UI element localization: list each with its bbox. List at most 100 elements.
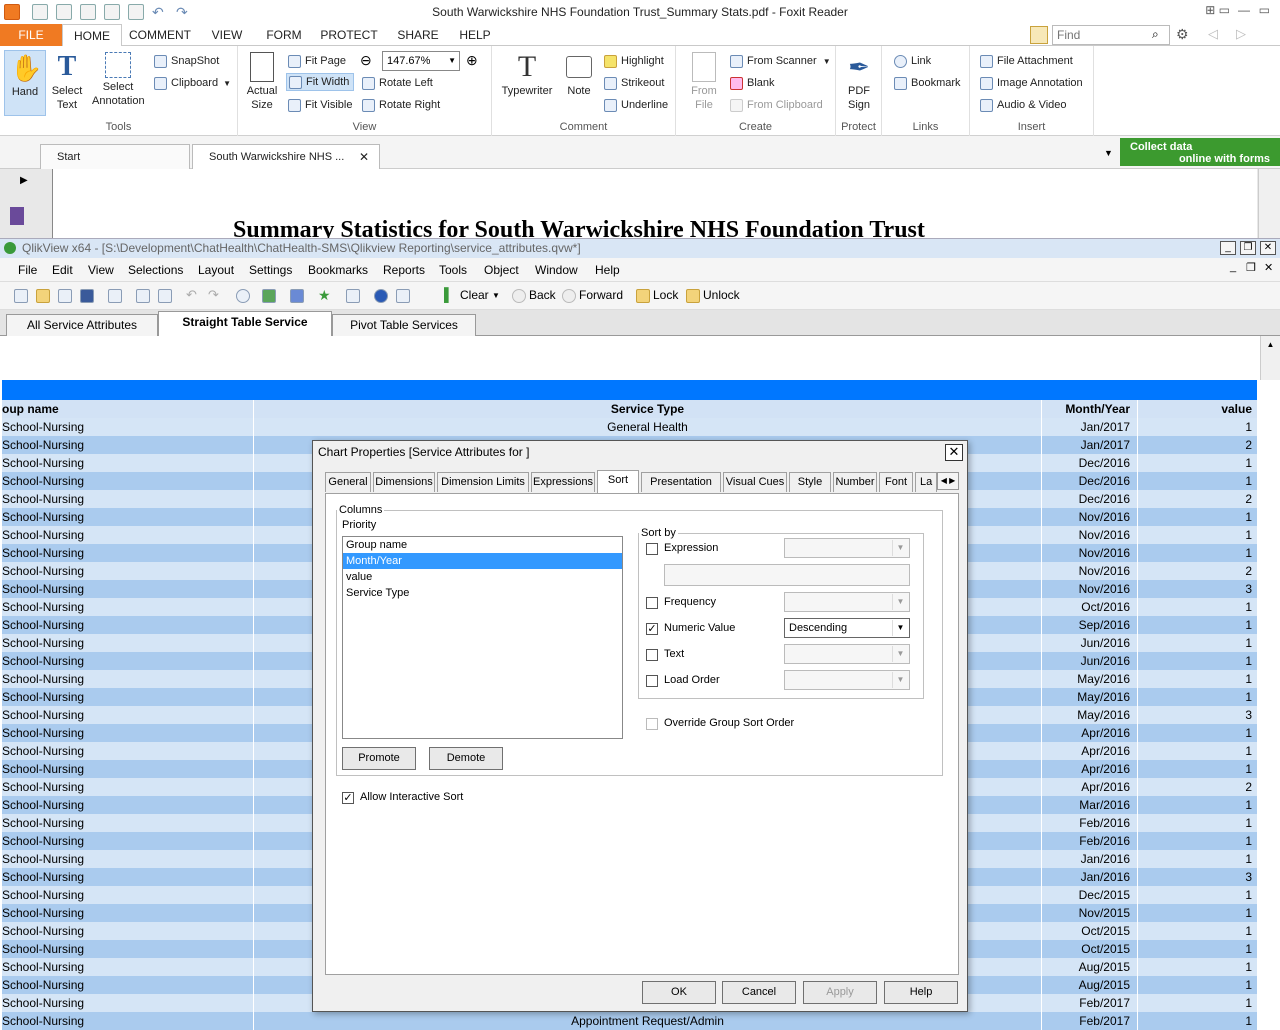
table-cell[interactable]: 1 (1138, 724, 1257, 742)
table-cell[interactable]: School-Nursing (2, 976, 254, 994)
table-cell[interactable]: Jan/2016 (1042, 868, 1138, 886)
rotate-left-button[interactable]: Rotate Left (362, 74, 433, 92)
table-cell[interactable]: 2 (1138, 490, 1257, 508)
tab-home[interactable]: HOME (62, 24, 122, 47)
table-cell[interactable]: School-Nursing (2, 580, 254, 598)
chart-wizard-icon[interactable] (290, 289, 304, 303)
table-header-row[interactable]: oup name Service Type Month/Year value (2, 400, 1257, 418)
dialog-tab-presentation[interactable]: Presentation (641, 472, 721, 492)
dialog-tab-style[interactable]: Style (789, 472, 831, 492)
table-cell[interactable]: 1 (1138, 850, 1257, 868)
table-cell[interactable]: 1 (1138, 994, 1257, 1012)
table-cell[interactable]: Oct/2016 (1042, 598, 1138, 616)
table-cell[interactable]: Dec/2015 (1042, 886, 1138, 904)
table-cell[interactable]: School-Nursing (2, 778, 254, 796)
cancel-button[interactable]: Cancel (722, 981, 796, 1004)
table-cell[interactable]: 1 (1138, 904, 1257, 922)
table-cell[interactable]: Dec/2016 (1042, 454, 1138, 472)
audio-video-button[interactable]: Audio & Video (980, 96, 1067, 114)
link-button[interactable]: Link (894, 52, 931, 70)
doc-tab-start[interactable]: Start (40, 144, 190, 169)
table-cell[interactable]: Appointment Request/Admin (254, 1012, 1042, 1030)
pdf-sign-button[interactable]: ✒ PDF Sign (840, 52, 878, 112)
table-cell[interactable]: 1 (1138, 508, 1257, 526)
table-cell[interactable]: 1 (1138, 832, 1257, 850)
table-cell[interactable]: School-Nursing (2, 670, 254, 688)
table-cell[interactable]: 1 (1138, 598, 1257, 616)
table-cell[interactable]: School-Nursing (2, 814, 254, 832)
sort-order-combo[interactable]: Descending ▼ (784, 618, 910, 638)
sort-option-checkbox[interactable] (646, 543, 658, 555)
table-cell[interactable]: 1 (1138, 976, 1257, 994)
rotate-right-button[interactable]: Rotate Right (362, 96, 440, 114)
redo-icon[interactable]: ↷ (208, 288, 222, 303)
reload-icon[interactable] (58, 289, 72, 303)
bookmark-button[interactable]: Bookmark (894, 74, 961, 92)
expand-panel-icon[interactable]: ▶ (20, 175, 28, 186)
doc-tab-current[interactable]: South Warwickshire NHS ... ✕ (192, 144, 380, 169)
clear-dropdown-icon[interactable]: ▼ (492, 291, 500, 300)
dialog-tab-general[interactable]: General (325, 472, 371, 492)
forward-button[interactable]: Forward (579, 288, 623, 302)
tab-view[interactable]: VIEW (200, 24, 254, 46)
table-cell[interactable]: School-Nursing (2, 940, 254, 958)
design-icon[interactable] (346, 289, 360, 303)
close-tab-icon[interactable]: ✕ (359, 145, 369, 169)
sort-option-checkbox[interactable]: ✓ (646, 623, 658, 635)
table-cell[interactable]: School-Nursing (2, 706, 254, 724)
table-cell[interactable]: School-Nursing (2, 562, 254, 580)
column-header[interactable]: Month/Year (1042, 400, 1138, 418)
lock-button[interactable]: Lock (653, 288, 678, 302)
table-cell[interactable]: Apr/2016 (1042, 778, 1138, 796)
table-cell[interactable]: 1 (1138, 616, 1257, 634)
star-icon[interactable]: ★ (318, 288, 332, 303)
save-icon[interactable] (80, 289, 94, 303)
table-cell[interactable]: School-Nursing (2, 454, 254, 472)
ribbon-toggle-icon[interactable]: ⊞ ▭ (1205, 3, 1230, 17)
tab-protect[interactable]: PROTECT (314, 24, 384, 46)
sort-order-combo[interactable]: ▼ (784, 670, 910, 690)
tab-file[interactable]: FILE (0, 24, 62, 46)
menu-layout[interactable]: Layout (198, 263, 234, 277)
sheet-tab-pivot-table-services[interactable]: Pivot Table Services (332, 314, 476, 336)
doc-close-icon[interactable]: ✕ (1264, 261, 1273, 274)
sort-option-checkbox[interactable] (646, 597, 658, 609)
prev-icon[interactable]: ◁ (1208, 26, 1218, 42)
table-cell[interactable]: School-Nursing (2, 994, 254, 1012)
blank-button[interactable]: Blank (730, 74, 775, 92)
sort-option-checkbox[interactable] (646, 649, 658, 661)
dialog-tab-expressions[interactable]: Expressions (531, 472, 595, 492)
menu-selections[interactable]: Selections (128, 263, 183, 277)
table-cell[interactable]: 1 (1138, 1012, 1257, 1030)
fit-page-button[interactable]: Fit Page (288, 52, 346, 70)
table-cell[interactable]: 1 (1138, 886, 1257, 904)
forward-icon[interactable] (562, 289, 576, 303)
table-cell[interactable]: School-Nursing (2, 598, 254, 616)
unlock-button[interactable]: Unlock (703, 288, 740, 302)
table-cell[interactable]: 1 (1138, 940, 1257, 958)
clipboard-button[interactable]: Clipboard ▼ (154, 74, 231, 92)
sort-order-combo[interactable]: ▼ (784, 538, 910, 558)
file-attachment-button[interactable]: File Attachment (980, 52, 1073, 70)
table-cell[interactable]: 1 (1138, 958, 1257, 976)
tab-list-icon[interactable]: ▼ (1104, 148, 1113, 158)
open-icon[interactable] (36, 289, 50, 303)
doc-minimize-icon[interactable]: _ (1230, 261, 1236, 273)
menu-bookmarks[interactable]: Bookmarks (308, 263, 368, 277)
priority-list-item[interactable]: Month/Year (343, 553, 622, 569)
sort-option-checkbox[interactable] (646, 675, 658, 687)
table-cell[interactable]: 1 (1138, 814, 1257, 832)
table-cell[interactable]: School-Nursing (2, 544, 254, 562)
print-icon[interactable] (108, 289, 122, 303)
maximize-icon[interactable]: ▭ (1259, 3, 1270, 17)
zoom-in-icon[interactable]: ⊕ (466, 52, 478, 69)
table-cell[interactable]: School-Nursing (2, 688, 254, 706)
lock-icon[interactable] (636, 289, 650, 303)
menu-tools[interactable]: Tools (439, 263, 467, 277)
tab-scroll-arrows-icon[interactable]: ◀ ▶ (937, 472, 959, 490)
from-scanner-button[interactable]: From Scanner ▼ (730, 52, 831, 70)
menu-file[interactable]: File (18, 263, 37, 277)
table-cell[interactable]: School-Nursing (2, 868, 254, 886)
table-cell[interactable]: School-Nursing (2, 418, 254, 436)
clear-button[interactable]: Clear (460, 288, 489, 302)
